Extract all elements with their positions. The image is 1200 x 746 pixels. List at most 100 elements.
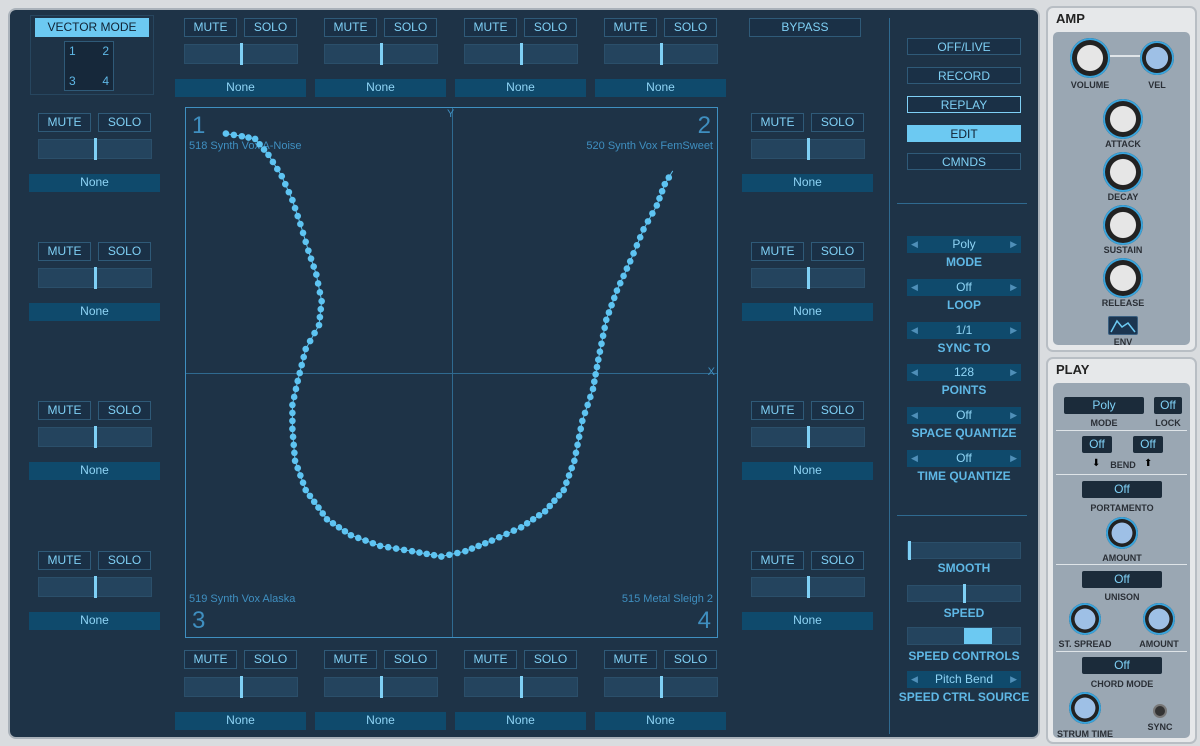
slot-6-mix-slider[interactable] [464,676,578,698]
speed-controls-slider[interactable] [907,627,1021,645]
bypass-button[interactable]: BYPASS [749,18,861,37]
path-point[interactable] [296,369,304,377]
path-point[interactable] [636,234,644,241]
slot-5-mix-slider[interactable] [324,676,438,698]
path-point[interactable] [571,457,578,465]
path-point[interactable] [294,212,302,220]
slot-13-source-selector[interactable]: None [742,303,873,321]
path-point[interactable] [591,378,598,385]
speed-slider[interactable] [907,584,1021,603]
slot-8-slider-thumb[interactable] [94,138,97,160]
path-point[interactable] [291,449,298,457]
vector-mode-button[interactable]: VECTOR MODE [35,18,149,37]
unison-selector[interactable]: Off [1082,571,1162,588]
path-point[interactable] [616,279,624,287]
arrow-left-icon[interactable]: ◀ [911,450,918,467]
path-point[interactable] [653,202,661,209]
slot-4-mute-button[interactable]: MUTE [184,650,237,669]
bend-down-value[interactable]: Off [1082,436,1112,453]
path-point[interactable] [529,516,537,523]
lock-toggle[interactable]: Off [1154,397,1182,414]
path-point[interactable] [289,433,297,441]
path-point[interactable] [310,263,317,270]
path-point[interactable] [598,340,605,348]
vector-pad[interactable]: Y X 1 518 Synth Vox A-Noise 2 520 Synth … [185,107,718,638]
path-point[interactable] [329,519,337,527]
slot-9-slider-thumb[interactable] [94,267,97,289]
path-point[interactable] [291,457,299,465]
path-point[interactable] [592,371,599,378]
slot-0-mute-button[interactable]: MUTE [184,18,237,37]
path-point[interactable] [596,348,604,356]
slot-6-source-selector[interactable]: None [455,712,586,730]
path-point[interactable] [294,377,302,385]
path-point[interactable] [644,218,652,225]
space-quantize-selector[interactable]: ◀ Off ▶ [907,407,1021,425]
slot-13-slider-thumb[interactable] [807,267,810,289]
path-point[interactable] [613,287,621,294]
play-mode-selector[interactable]: Poly [1064,397,1144,414]
path-point[interactable] [656,195,663,202]
arrow-right-icon[interactable]: ▶ [1010,671,1017,688]
path-point[interactable] [300,353,308,361]
path-point[interactable] [658,187,666,195]
path-point[interactable] [595,356,602,363]
release-knob[interactable] [1103,258,1143,298]
path-point[interactable] [503,530,510,538]
path-point[interactable] [289,417,296,425]
path-point[interactable] [384,543,392,551]
slot-3-mix-slider[interactable] [604,43,718,65]
path-point[interactable] [245,134,252,141]
path-point[interactable] [481,539,489,547]
slot-11-mute-button[interactable]: MUTE [38,551,91,570]
slot-12-solo-button[interactable]: SOLO [811,113,864,132]
path-point[interactable] [587,393,594,401]
arrow-left-icon[interactable]: ◀ [911,279,918,296]
portamento-selector[interactable]: Off [1082,481,1162,498]
volume-knob[interactable] [1070,38,1110,78]
path-point[interactable] [256,140,263,148]
slot-0-mix-slider[interactable] [184,43,298,65]
path-point[interactable] [302,345,309,353]
arrow-right-icon[interactable]: ▶ [1010,279,1017,296]
slot-12-slider-thumb[interactable] [807,138,810,160]
slot-3-mute-button[interactable]: MUTE [604,18,657,37]
path-point[interactable] [623,265,631,272]
slot-12-mute-button[interactable]: MUTE [751,113,804,132]
speed-ctrl-source-selector[interactable]: ◀ Pitch Bend ▶ [907,671,1021,688]
record-button[interactable]: RECORD [907,67,1021,84]
attack-knob[interactable] [1103,99,1143,139]
slot-14-slider-thumb[interactable] [807,426,810,448]
slot-11-solo-button[interactable]: SOLO [98,551,151,570]
path-point[interactable] [289,409,296,417]
bend-up-value[interactable]: Off [1133,436,1163,453]
path-point[interactable] [438,553,445,560]
path-point[interactable] [311,329,318,337]
slot-14-source-selector[interactable]: None [742,462,873,480]
arrow-right-icon[interactable]: ▶ [1010,236,1017,253]
path-point[interactable] [298,361,306,369]
slot-6-solo-button[interactable]: SOLO [524,650,577,669]
path-point[interactable] [306,492,314,500]
sync-to-selector[interactable]: ◀ 1/1 ▶ [907,321,1021,339]
unison-amount-knob[interactable] [1143,603,1175,635]
path-point[interactable] [584,401,591,409]
slot-9-source-selector[interactable]: None [29,303,160,321]
path-point[interactable] [555,492,563,499]
path-point[interactable] [620,272,627,280]
slot-1-mix-slider[interactable] [324,43,438,65]
envelope-icon[interactable] [1108,316,1138,335]
slot-14-solo-button[interactable]: SOLO [811,401,864,420]
arrow-left-icon[interactable]: ◀ [911,671,918,688]
path-point[interactable] [315,504,322,511]
path-point[interactable] [316,289,324,296]
edit-button[interactable]: EDIT [907,125,1021,142]
path-point[interactable] [575,433,583,441]
sync-led[interactable] [1153,704,1167,718]
path-point[interactable] [278,172,286,180]
path-point[interactable] [291,204,299,212]
path-point[interactable] [546,502,554,510]
slot-5-source-selector[interactable]: None [315,712,446,730]
arrow-left-icon[interactable]: ◀ [911,407,918,424]
slot-4-slider-thumb[interactable] [240,676,243,698]
